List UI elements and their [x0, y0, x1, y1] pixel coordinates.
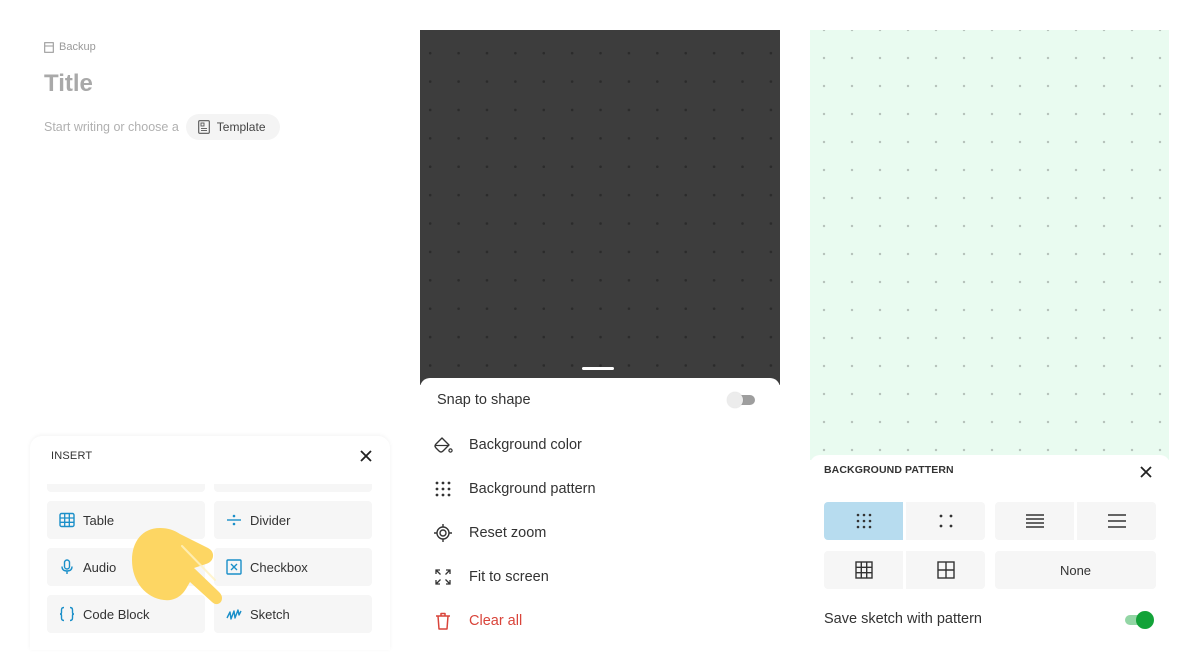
reset-zoom-option[interactable]: Reset zoom: [432, 522, 546, 544]
toggle-knob: [727, 392, 743, 408]
snap-label: Snap to shape: [437, 392, 531, 408]
sparse-dots-icon: [939, 514, 952, 528]
option-label: Background color: [469, 437, 582, 453]
table-icon: [59, 512, 75, 528]
dense-grid-icon: [854, 561, 873, 579]
template-icon: [197, 120, 210, 134]
body-hint[interactable]: Start writing or choose a Template: [44, 114, 280, 140]
sketch-canvas[interactable]: [420, 30, 780, 385]
pattern-none-label: None: [1059, 562, 1092, 578]
divider-icon: [227, 514, 241, 526]
microphone-icon: [61, 559, 73, 574]
hidden-insert-item[interactable]: [47, 484, 205, 492]
insert-table-button[interactable]: Table: [47, 501, 205, 539]
background-pattern-sheet: BACKGROUND PATTERN None Save sketch with…: [810, 455, 1170, 650]
clear-all-option[interactable]: Clear all: [432, 610, 522, 632]
pattern-sparse-lines[interactable]: [1077, 502, 1156, 540]
insert-label: Table: [83, 512, 115, 528]
close-icon: [360, 450, 372, 462]
insert-sheet: INSERT Table Divider Audio Checkbox Code…: [30, 436, 390, 650]
insert-label: Checkbox: [250, 559, 308, 575]
paint-bucket-icon: [434, 437, 453, 453]
pattern-none[interactable]: None: [995, 551, 1156, 589]
drag-handle[interactable]: [582, 367, 614, 370]
option-label: Fit to screen: [469, 569, 549, 585]
hidden-insert-item[interactable]: [214, 484, 372, 492]
dots-grid-icon: [435, 481, 451, 497]
insert-label: Code Block: [83, 606, 150, 622]
expand-icon: [435, 569, 451, 585]
option-label: Reset zoom: [469, 525, 547, 541]
background-color-option[interactable]: Background color: [432, 434, 582, 456]
canvas-options-sheet: Snap to shape Background color Backgroun…: [420, 378, 780, 650]
notebook-icon: [44, 41, 54, 53]
title-input[interactable]: Title: [44, 70, 93, 98]
insert-sketch-button[interactable]: Sketch: [214, 595, 372, 633]
close-icon: [1140, 466, 1152, 478]
pattern-panel: BACKGROUND PATTERN None Save sketch with…: [810, 30, 1170, 650]
insert-checkbox-button[interactable]: Checkbox: [214, 548, 372, 586]
template-button[interactable]: Template: [185, 114, 280, 140]
sparse-grid-icon: [936, 561, 955, 579]
sparse-lines-icon: [1107, 514, 1126, 528]
pattern-dense-grid[interactable]: [824, 551, 903, 589]
dense-lines-icon: [1025, 514, 1044, 528]
fit-to-screen-option[interactable]: Fit to screen: [432, 566, 549, 588]
insert-label: Divider: [250, 512, 291, 528]
option-label: Clear all: [469, 613, 523, 629]
insert-heading: INSERT: [51, 450, 93, 462]
sketch-canvas-dotted[interactable]: [810, 30, 1169, 460]
trash-icon: [436, 612, 450, 630]
toggle-knob: [1136, 611, 1154, 629]
snap-toggle[interactable]: [727, 392, 757, 408]
pattern-dense-dots[interactable]: [824, 502, 903, 540]
insert-label: Audio: [83, 559, 117, 575]
pattern-sparse-grid[interactable]: [906, 551, 985, 589]
pattern-sparse-dots[interactable]: [906, 502, 985, 540]
close-insert-button[interactable]: [359, 449, 373, 463]
dense-dots-icon: [856, 513, 871, 529]
insert-label: Sketch: [250, 606, 290, 622]
note-editor-panel: Backup Title Start writing or choose a T…: [30, 30, 390, 650]
insert-code-block-button[interactable]: Code Block: [47, 595, 205, 633]
save-with-pattern-label: Save sketch with pattern: [824, 611, 982, 627]
pattern-dense-lines[interactable]: [995, 502, 1074, 540]
template-label: Template: [216, 120, 266, 134]
close-pattern-button[interactable]: [1139, 465, 1153, 479]
insert-divider-button[interactable]: Divider: [214, 501, 372, 539]
pattern-heading: BACKGROUND PATTERN: [824, 464, 954, 476]
target-icon: [434, 524, 452, 542]
sketch-icon: [226, 609, 242, 620]
braces-icon: [59, 606, 75, 622]
insert-audio-button[interactable]: Audio: [47, 548, 205, 586]
save-with-pattern-toggle[interactable]: [1125, 611, 1157, 629]
checkbox-icon: [226, 559, 242, 575]
option-label: Background pattern: [469, 481, 596, 497]
breadcrumb[interactable]: Backup: [44, 41, 96, 53]
hint-text: Start writing or choose a: [44, 120, 179, 134]
background-pattern-option[interactable]: Background pattern: [432, 478, 596, 500]
breadcrumb-label: Backup: [59, 41, 96, 53]
canvas-menu-panel: Snap to shape Background color Backgroun…: [420, 30, 780, 650]
